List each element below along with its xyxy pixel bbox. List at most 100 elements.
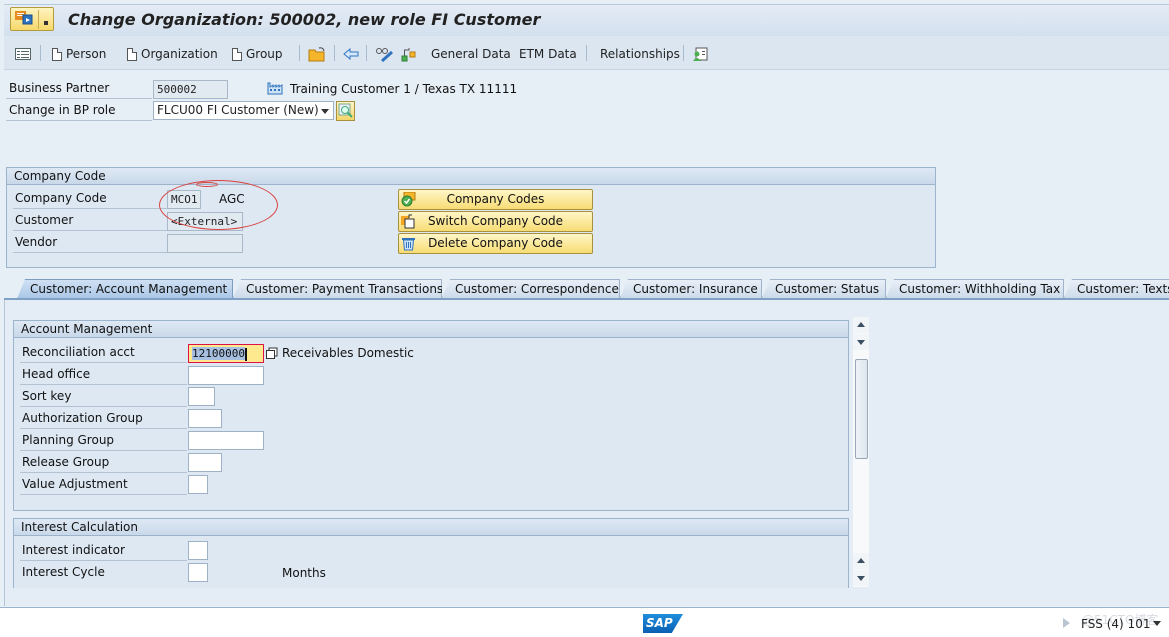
create-organization-button[interactable]: Organization — [127, 46, 218, 62]
tab-withholding-tax[interactable]: Customer: Withholding Tax — [886, 279, 1064, 298]
sort-key-label: Sort key — [20, 388, 187, 407]
glasses-pencil-icon — [376, 47, 394, 62]
vertical-scrollbar[interactable] — [853, 317, 869, 587]
delete-company-code-button[interactable]: Delete Company Code — [398, 233, 593, 254]
person-label: Person — [66, 47, 107, 61]
switch-document-icon — [401, 214, 415, 229]
release-group-field[interactable] — [188, 453, 222, 472]
arrow-down-icon — [857, 576, 865, 581]
toggle-navigation-button[interactable] — [15, 46, 31, 62]
customer-label: Customer — [13, 212, 167, 231]
back-button[interactable] — [343, 46, 359, 62]
relationships-label: Relationships — [600, 47, 680, 61]
scroll-down-button[interactable] — [853, 334, 869, 350]
scroll-up-button[interactable] — [853, 317, 869, 333]
arrow-up-icon — [857, 558, 865, 563]
head-office-field[interactable] — [188, 366, 264, 385]
interest-cycle-field[interactable] — [188, 563, 208, 582]
planning-group-label: Planning Group — [20, 432, 187, 451]
trash-icon — [402, 238, 415, 251]
window-title: Change Organization: 500002, new role FI… — [68, 10, 541, 29]
tab-payment-transactions[interactable]: Customer: Payment Transactions — [233, 279, 442, 298]
planning-group-field[interactable] — [188, 431, 264, 450]
arrow-up-icon — [857, 322, 865, 327]
tab-texts[interactable]: Customer: Texts — [1064, 279, 1169, 298]
authorization-group-label: Authorization Group — [20, 410, 187, 429]
partner-description: Training Customer 1 / Texas TX 11111 — [290, 82, 518, 96]
reconciliation-acct-value: 12100000 — [192, 347, 245, 360]
interest-calculation-title: Interest Calculation — [14, 519, 848, 536]
role-details-button[interactable] — [336, 101, 355, 121]
system-menu-icon — [15, 11, 33, 25]
reconciliation-acct-description: Receivables Domestic — [282, 346, 414, 360]
general-data-label: General Data — [431, 47, 511, 61]
page-up-button[interactable] — [853, 553, 869, 569]
etm-data-button[interactable]: ETM Data — [519, 46, 577, 62]
business-partner-label: Business Partner — [6, 80, 152, 99]
text-cursor — [244, 347, 247, 361]
dropdown-caret-icon — [44, 21, 48, 25]
vendor-field[interactable] — [167, 234, 243, 253]
head-office-label: Head office — [20, 366, 187, 385]
arrow-down-icon — [857, 340, 865, 345]
open-button[interactable] — [308, 46, 326, 62]
tab-status[interactable]: Customer: Status — [762, 279, 886, 298]
arrow-left-icon — [343, 48, 359, 60]
delete-company-code-label: Delete Company Code — [428, 236, 563, 250]
release-group-label: Release Group — [20, 454, 187, 473]
copy-icon — [266, 347, 278, 359]
reconciliation-acct-field[interactable]: 12100000 — [188, 344, 264, 363]
business-partner-field[interactable]: 500002 — [153, 80, 228, 99]
organization-icon — [267, 82, 283, 95]
create-group-button[interactable]: Group — [232, 46, 283, 62]
company-codes-button[interactable]: Company Codes — [398, 189, 593, 210]
system-info-dropdown-icon[interactable] — [1153, 621, 1161, 626]
hierarchy-button[interactable] — [401, 46, 417, 62]
group-label: Group — [246, 47, 283, 61]
scrollbar-thumb[interactable] — [855, 359, 868, 459]
status-bar — [0, 607, 1169, 637]
organization-label: Organization — [141, 47, 218, 61]
hierarchy-icon — [401, 47, 416, 61]
interest-indicator-label: Interest indicator — [20, 542, 187, 561]
page-down-button[interactable] — [853, 570, 869, 586]
value-adjustment-field[interactable] — [188, 475, 208, 494]
account-management-title: Account Management — [14, 321, 848, 338]
bp-role-value: FLCU00 FI Customer (New) — [157, 103, 319, 117]
sort-key-field[interactable] — [188, 387, 215, 406]
general-data-button[interactable]: General Data — [431, 46, 511, 62]
highlight-annotation-mark — [196, 182, 218, 187]
bp-role-dropdown[interactable]: FLCU00 FI Customer (New) — [153, 101, 334, 120]
vendor-label: Vendor — [13, 234, 167, 253]
interest-indicator-field[interactable] — [188, 541, 208, 560]
interest-cycle-label: Interest Cycle — [22, 565, 105, 579]
system-menu-button[interactable] — [10, 7, 54, 31]
chevron-down-icon — [321, 109, 329, 114]
company-codes-label: Company Codes — [446, 192, 545, 206]
search-help-button[interactable] — [266, 346, 278, 360]
create-person-button[interactable]: Person — [52, 46, 106, 62]
interest-cycle-unit: Months — [282, 566, 326, 580]
authorization-group-field[interactable] — [188, 409, 222, 428]
display-change-button[interactable] — [376, 46, 394, 62]
person-card-icon — [693, 47, 708, 61]
etm-data-label: ETM Data — [519, 47, 577, 61]
tab-correspondence[interactable]: Customer: Correspondence — [442, 279, 620, 298]
reconciliation-acct-label: Reconciliation acct — [20, 344, 187, 363]
switch-company-code-button[interactable]: Switch Company Code — [398, 211, 593, 232]
play-icon[interactable] — [1063, 618, 1070, 628]
bp-role-label: Change in BP role — [6, 102, 152, 121]
document-icon — [127, 47, 137, 61]
highlight-annotation — [159, 180, 278, 230]
value-adjustment-label: Value Adjustment — [20, 476, 187, 495]
open-folder-icon — [308, 46, 325, 61]
checkmark-stack-icon — [401, 192, 416, 207]
magnifier-icon — [338, 103, 353, 118]
system-info: FSS (4) 101 — [1081, 617, 1151, 631]
tab-account-management[interactable]: Customer: Account Management — [17, 279, 233, 299]
document-icon — [232, 47, 242, 61]
switch-company-code-label: Switch Company Code — [427, 214, 564, 228]
partner-card-button[interactable] — [692, 46, 708, 62]
tab-insurance[interactable]: Customer: Insurance — [620, 279, 762, 298]
relationships-button[interactable]: Relationships — [600, 46, 680, 62]
